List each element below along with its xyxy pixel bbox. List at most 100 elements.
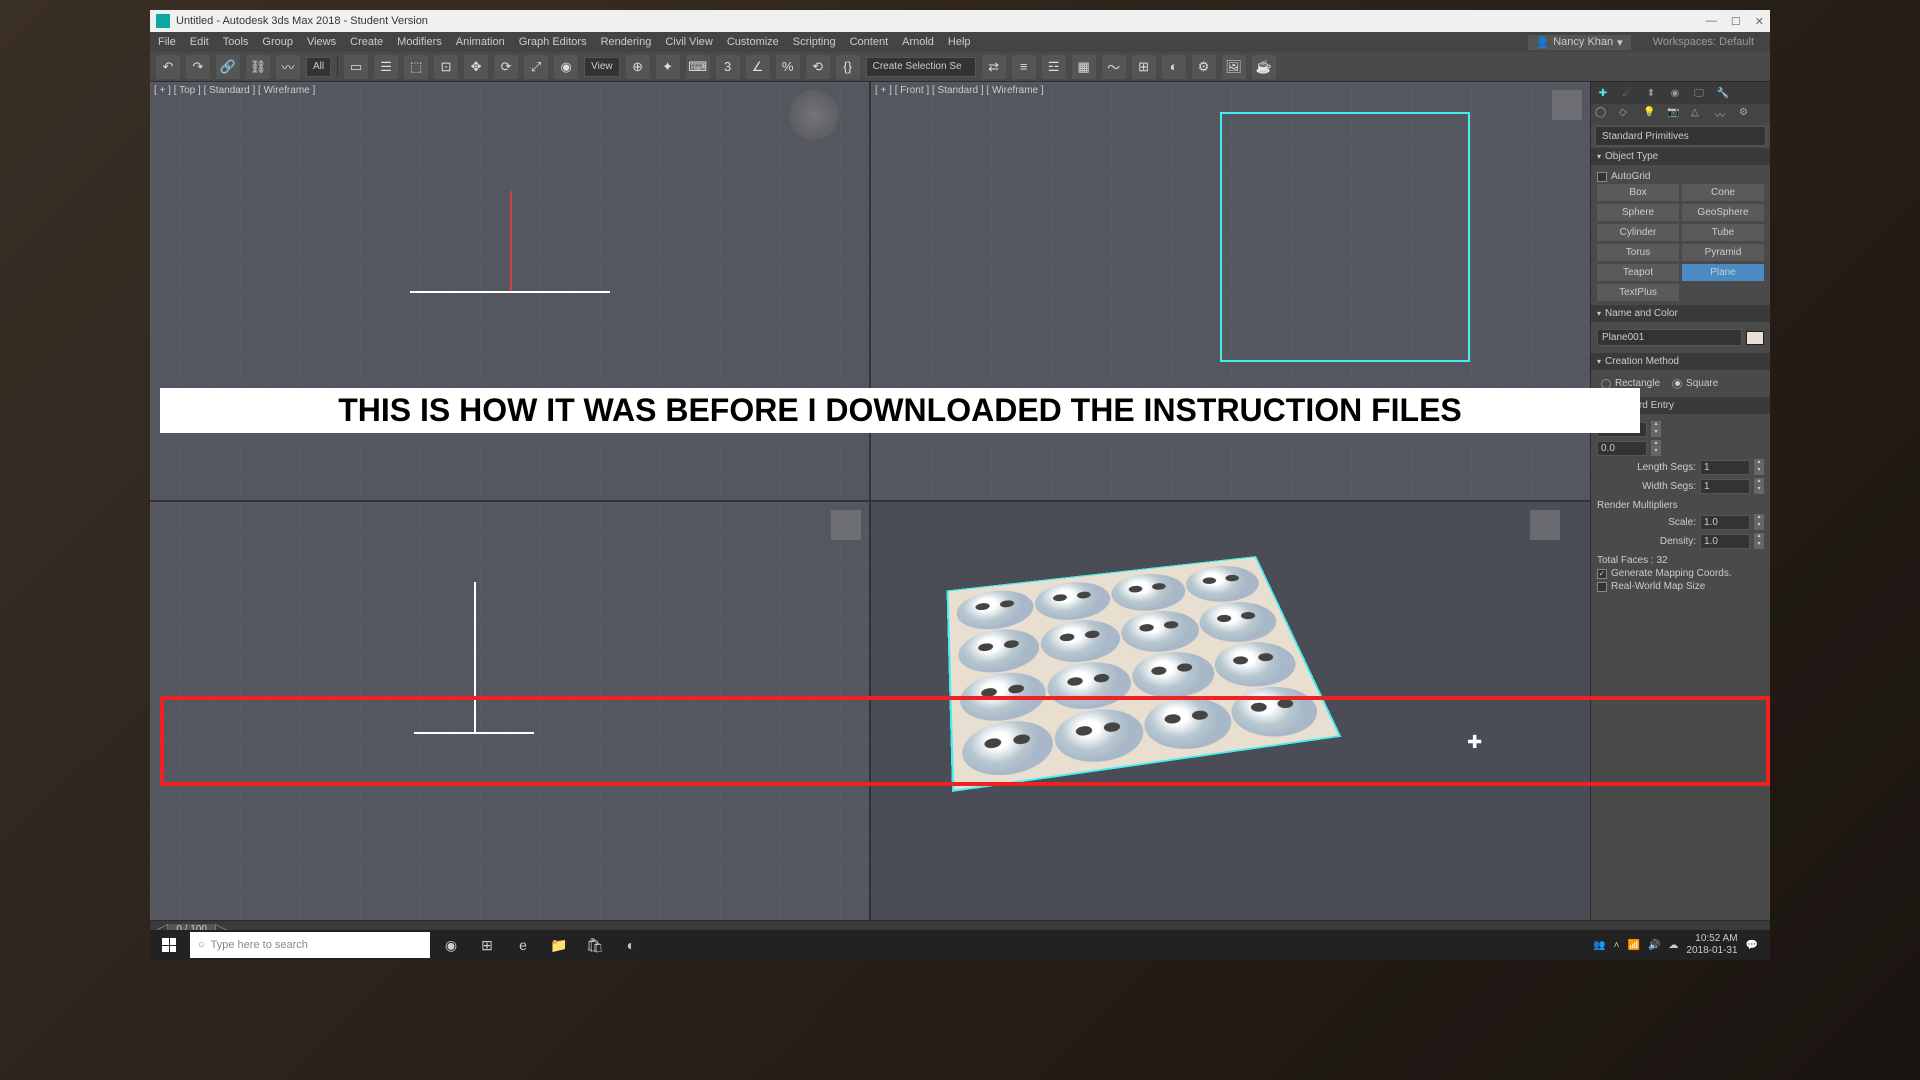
align-button[interactable]: ≡ <box>1012 55 1036 79</box>
helpers-subtab[interactable]: △ <box>1691 107 1705 121</box>
viewcube[interactable] <box>1530 510 1560 540</box>
notifications-icon[interactable]: 💬 <box>1746 940 1758 951</box>
spinner-up[interactable]: ▴ <box>1651 440 1661 448</box>
rect-select-button[interactable]: ⬚ <box>404 55 428 79</box>
geosphere-button[interactable]: GeoSphere <box>1682 204 1764 221</box>
network-icon[interactable]: 📶 <box>1627 940 1639 951</box>
rotate-button[interactable]: ⟳ <box>494 55 518 79</box>
creation-method-rollout[interactable]: Creation Method <box>1591 353 1770 370</box>
material-editor-button[interactable]: ◐ <box>1162 55 1186 79</box>
scale-input[interactable] <box>1700 515 1750 530</box>
menu-arnold[interactable]: Arnold <box>902 36 934 48</box>
render-setup-button[interactable]: ⚙ <box>1192 55 1216 79</box>
spinner-down[interactable]: ▾ <box>1651 448 1661 456</box>
user-menu[interactable]: 👤 Nancy Khan ▾ <box>1528 35 1631 50</box>
spinner-down[interactable]: ▾ <box>1754 522 1764 530</box>
minimize-button[interactable]: — <box>1706 15 1717 28</box>
hierarchy-tab[interactable]: ⬍ <box>1643 85 1659 101</box>
menu-scripting[interactable]: Scripting <box>793 36 836 48</box>
menu-file[interactable]: File <box>158 36 176 48</box>
spacewarps-subtab[interactable]: 〰 <box>1715 107 1729 121</box>
name-color-rollout[interactable]: Name and Color <box>1591 305 1770 322</box>
teapot-button[interactable]: Teapot <box>1597 264 1679 281</box>
menu-group[interactable]: Group <box>262 36 293 48</box>
viewport-top[interactable]: [ + ] [ Top ] [ Standard ] [ Wireframe ] <box>150 82 869 500</box>
menu-modifiers[interactable]: Modifiers <box>397 36 442 48</box>
schematic-view-button[interactable]: ⊞ <box>1132 55 1156 79</box>
maximize-button[interactable]: ☐ <box>1731 15 1741 28</box>
render-button[interactable]: ☕ <box>1252 55 1276 79</box>
plane-button[interactable]: Plane <box>1682 264 1764 281</box>
menu-edit[interactable]: Edit <box>190 36 209 48</box>
viewcube[interactable] <box>831 510 861 540</box>
menu-customize[interactable]: Customize <box>727 36 779 48</box>
torus-button[interactable]: Torus <box>1597 244 1679 261</box>
scale-button[interactable]: ⤢ <box>524 55 548 79</box>
tray-expand-icon[interactable]: ˄ <box>1614 940 1620 951</box>
menu-rendering[interactable]: Rendering <box>601 36 652 48</box>
viewcube[interactable] <box>789 90 839 140</box>
onedrive-icon[interactable]: ☁ <box>1668 940 1678 951</box>
pyramid-button[interactable]: Pyramid <box>1682 244 1764 261</box>
cortana-icon[interactable]: ◉ <box>436 932 466 958</box>
select-button[interactable]: ▭ <box>344 55 368 79</box>
window-crossing-button[interactable]: ⊡ <box>434 55 458 79</box>
edit-selection-button[interactable]: {} <box>836 55 860 79</box>
display-tab[interactable]: 🖵 <box>1691 85 1707 101</box>
object-type-rollout[interactable]: Object Type <box>1591 148 1770 165</box>
snap-toggle-button[interactable]: 3 <box>716 55 740 79</box>
spinner-down[interactable]: ▾ <box>1754 467 1764 475</box>
volume-icon[interactable]: 🔊 <box>1648 940 1660 951</box>
move-button[interactable]: ✥ <box>464 55 488 79</box>
spinner-up[interactable]: ▴ <box>1754 478 1764 486</box>
task-view-icon[interactable]: ⊞ <box>472 932 502 958</box>
cameras-subtab[interactable]: 📷 <box>1667 107 1681 121</box>
clock[interactable]: 10:52 AM 2018-01-31 <box>1686 933 1737 957</box>
percent-snap-button[interactable]: % <box>776 55 800 79</box>
ref-coord-system[interactable]: View <box>584 57 620 77</box>
spinner-down[interactable]: ▾ <box>1754 541 1764 549</box>
edge-icon[interactable]: e <box>508 932 538 958</box>
density-input[interactable] <box>1700 534 1750 549</box>
spinner-down[interactable]: ▾ <box>1651 429 1661 437</box>
named-selection-set[interactable]: Create Selection Se <box>866 57 976 77</box>
shapes-subtab[interactable]: ◇ <box>1619 107 1633 121</box>
viewport-top-label[interactable]: [ + ] [ Top ] [ Standard ] [ Wireframe ] <box>154 85 315 96</box>
curve-editor-button[interactable]: 〜 <box>1102 55 1126 79</box>
menu-create[interactable]: Create <box>350 36 383 48</box>
angle-snap-button[interactable]: ∠ <box>746 55 770 79</box>
spinner-up[interactable]: ▴ <box>1651 421 1661 429</box>
category-dropdown[interactable]: Standard Primitives <box>1595 126 1766 146</box>
sphere-button[interactable]: Sphere <box>1597 204 1679 221</box>
object-color-swatch[interactable] <box>1746 331 1764 345</box>
menu-views[interactable]: Views <box>307 36 336 48</box>
plane-wireframe[interactable] <box>1220 112 1470 362</box>
autogrid-checkbox[interactable] <box>1597 172 1607 182</box>
length-segs-input[interactable] <box>1700 460 1750 475</box>
select-name-button[interactable]: ☰ <box>374 55 398 79</box>
spare-input-b[interactable] <box>1597 441 1647 456</box>
render-frame-button[interactable]: 🖼 <box>1222 55 1246 79</box>
chrome-icon[interactable]: ◐ <box>616 932 646 958</box>
manipulate-button[interactable]: ✦ <box>656 55 680 79</box>
viewcube[interactable] <box>1552 90 1582 120</box>
workspace-selector[interactable]: Workspaces: Default <box>1645 35 1762 49</box>
spinner-up[interactable]: ▴ <box>1754 533 1764 541</box>
people-icon[interactable]: 👥 <box>1593 940 1605 951</box>
viewport-front[interactable]: [ + ] [ Front ] [ Standard ] [ Wireframe… <box>871 82 1590 500</box>
square-radio[interactable]: Square <box>1672 378 1718 389</box>
toggle-ribbon-button[interactable]: ▦ <box>1072 55 1096 79</box>
motion-tab[interactable]: ◉ <box>1667 85 1683 101</box>
width-segs-input[interactable] <box>1700 479 1750 494</box>
redo-button[interactable]: ↷ <box>186 55 210 79</box>
spinner-up[interactable]: ▴ <box>1754 514 1764 522</box>
selection-filter[interactable]: All <box>306 57 331 77</box>
spinner-snap-button[interactable]: ⟲ <box>806 55 830 79</box>
gen-mapping-checkbox[interactable]: ✓ <box>1597 569 1607 579</box>
menu-tools[interactable]: Tools <box>223 36 249 48</box>
layer-explorer-button[interactable]: ☲ <box>1042 55 1066 79</box>
keyboard-shortcut-button[interactable]: ⌨ <box>686 55 710 79</box>
menu-help[interactable]: Help <box>948 36 971 48</box>
pivot-button[interactable]: ⊕ <box>626 55 650 79</box>
systems-subtab[interactable]: ⚙ <box>1739 107 1753 121</box>
